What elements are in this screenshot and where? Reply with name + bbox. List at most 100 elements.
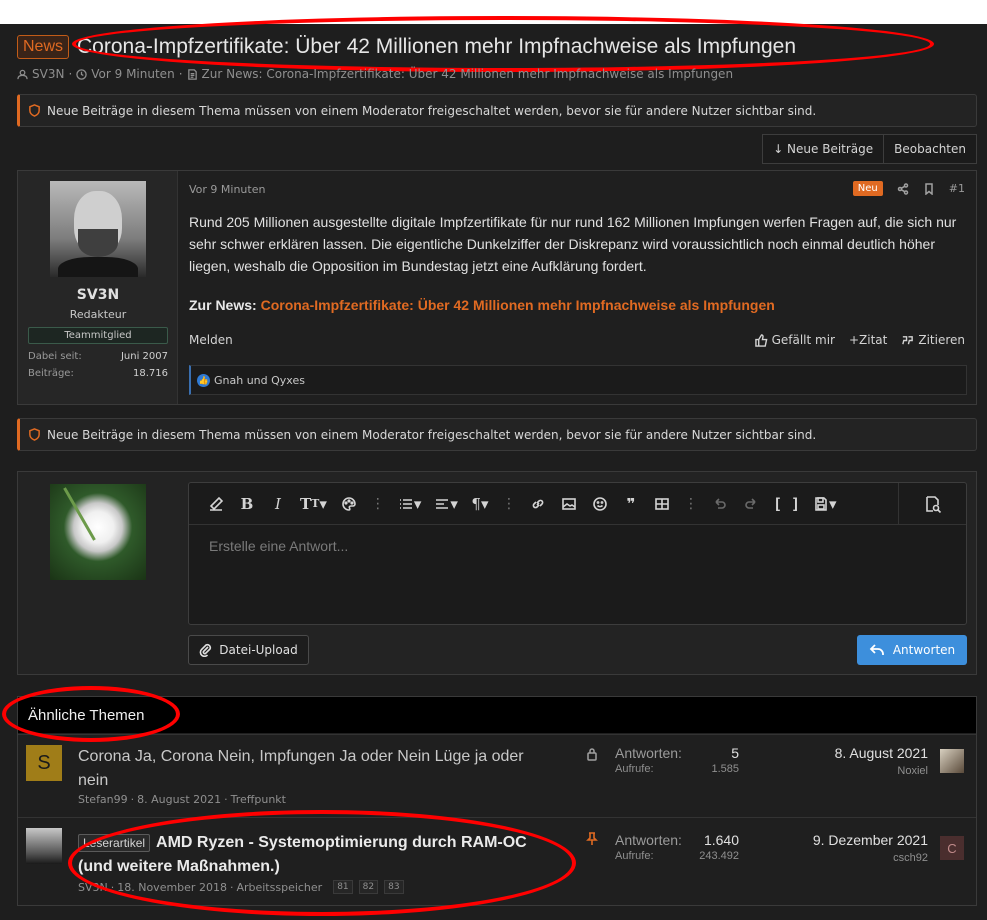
page-link[interactable]: 81 [333,880,353,894]
report-link[interactable]: Melden [189,333,233,347]
moderation-notice-2: Neue Beiträge in diesem Thema müssen von… [17,418,977,451]
list-icon[interactable]: ▾ [398,494,421,514]
notice-text: Neue Beiträge in diesem Thema müssen von… [47,103,817,118]
text-size-icon[interactable]: T T ▾ [300,494,327,514]
top-bar [0,0,987,24]
thread-forum[interactable]: Treffpunkt [231,793,286,806]
thread-date[interactable]: 8. August 2021 [137,793,221,806]
reply-submit-label: Antworten [892,643,956,657]
post-1: SV3N Redakteur Teammitglied Dabei seit: … [17,170,977,405]
avatar[interactable] [50,181,146,277]
last-user-avatar[interactable]: C [940,836,964,860]
reply-editor[interactable]: B I T T ▾ ⋮ ▾ ▾ ¶▾ ⋮ ❞ ⋮ [ ] ▾ Erstelle ei… [188,482,967,625]
list-item[interactable]: S Corona Ja, Corona Nein, Impfungen Ja o… [18,734,976,816]
thread-meta: Stefan99 · 8. August 2021 · Treffpunkt [78,793,286,806]
similar-threads: Ähnliche Themen S Corona Ja, Corona Nein… [17,696,977,906]
thread-stats: Antworten: 1.640 Aufrufe: 243.492 [615,832,739,862]
views-label: Aufrufe: [615,850,654,862]
reply-submit-button[interactable]: Antworten [857,635,967,665]
reply-input[interactable]: Erstelle eine Antwort... [209,538,348,554]
meta-separator: · [178,67,183,81]
share-icon[interactable] [897,182,909,195]
thread-title-link[interactable]: Corona Ja, Corona Nein, Impfungen Ja ode… [78,745,558,793]
like-button[interactable]: Gefällt mir [754,333,835,347]
link-icon[interactable] [529,494,547,514]
post-username[interactable]: SV3N [18,287,178,303]
thread-author-link[interactable]: SV3N [32,67,64,81]
like-reaction-icon: 👍 [197,373,210,387]
notice-text: Neue Beiträge in diesem Thema müssen von… [47,427,817,442]
thread-author[interactable]: SV3N [78,881,108,894]
more-icon[interactable]: ⋮ [371,496,385,512]
post-link-text[interactable]: Corona-Impfzertifikate: Über 42 Millione… [261,297,775,313]
post-tools: Neu #1 [852,181,965,196]
file-upload-button[interactable]: Datei-Upload [188,635,309,665]
post-number[interactable]: #1 [949,182,965,195]
last-post-user[interactable]: csch92 [813,852,928,864]
thread-time[interactable]: Vor 9 Minuten [91,67,174,81]
post-date[interactable]: Vor 9 Minuten [189,183,265,196]
last-post-user[interactable]: Noxiel [835,765,928,777]
thread-title-link[interactable]: Leserartikel AMD Ryzen - Systemoptimierun… [78,831,558,879]
views-count: 243.492 [699,850,739,862]
posts-label: Beiträge: [28,368,74,379]
pin-icon [586,832,598,845]
plus-quote-button[interactable]: +Zitat [849,333,887,347]
reactions-text[interactable]: Gnah und Qyxes [214,374,305,387]
replies-count: 1.640 [703,832,739,848]
post-user-panel: SV3N Redakteur Teammitglied Dabei seit: … [18,171,178,404]
bbcode-icon[interactable]: [ ] [773,494,800,514]
bold-icon[interactable]: B [238,494,256,514]
current-user-avatar[interactable] [50,484,146,580]
thread-date[interactable]: 18. November 2018 [117,881,227,894]
last-post-date[interactable]: 8. August 2021 [835,745,928,761]
more-icon-3[interactable]: ⋮ [684,496,698,512]
replies-count: 5 [731,745,739,761]
thread-stats: Antworten: 5 Aufrufe: 1.585 [615,745,739,775]
paragraph-icon[interactable]: ¶▾ [471,494,489,514]
last-user-avatar[interactable] [940,749,964,773]
post-news-link: Zur News: Corona-Impfzertifikate: Über 4… [189,297,775,313]
align-icon[interactable]: ▾ [434,494,458,514]
news-prefix-badge[interactable]: News [17,35,70,59]
italic-icon[interactable]: I [269,494,287,514]
page-link[interactable]: 83 [384,880,404,894]
thread-action-buttons: ↓ Neue Beiträge Beobachten [762,134,977,164]
thread-news-link[interactable]: Zur News: Corona-Impfzertifikate: Über 4… [202,67,734,81]
thread-forum[interactable]: Arbeitsspeicher [236,881,322,894]
redo-icon[interactable] [742,494,760,514]
thread-meta: SV3N · 18. November 2018 · Arbeitsspeicher… [78,880,404,894]
views-label: Aufrufe: [615,763,654,775]
bookmark-icon[interactable] [923,182,935,195]
post-main: Vor 9 Minuten Neu #1 Rund 205 Millionen … [189,171,969,404]
palette-icon[interactable] [340,494,358,514]
reactions-bar[interactable]: 👍 Gnah und Qyxes [189,365,967,395]
avatar[interactable] [26,828,62,864]
drafts-icon[interactable]: ▾ [813,494,837,514]
preview-icon[interactable] [898,483,966,524]
user-banner: Teammitglied [28,327,168,344]
joined-label: Dabei seit: [28,351,82,362]
watch-button[interactable]: Beobachten [884,134,977,164]
new-badge: Neu [852,181,883,196]
undo-icon[interactable] [711,494,729,514]
table-icon[interactable] [653,494,671,514]
last-user-letter: C [947,840,957,856]
image-icon[interactable] [560,494,578,514]
new-posts-button[interactable]: ↓ Neue Beiträge [762,134,885,164]
more-icon-2[interactable]: ⋮ [502,496,516,512]
list-item[interactable]: Leserartikel AMD Ryzen - Systemoptimierun… [18,817,976,905]
upload-label: Datei-Upload [219,643,298,657]
emoji-icon[interactable] [591,494,609,514]
reply-icon [869,644,884,655]
thread-author[interactable]: Stefan99 [78,793,128,806]
quote-button[interactable]: Zitieren [901,333,965,347]
post-body: Rund 205 Millionen ausgestellte digitale… [189,214,957,274]
thread-prefix[interactable]: Leserartikel [78,834,151,852]
last-post-date[interactable]: 9. Dezember 2021 [813,832,928,848]
quote-icon[interactable]: ❞ [622,494,640,514]
page-link[interactable]: 82 [358,880,379,894]
avatar[interactable]: S [26,745,62,781]
quote-label: Zitieren [918,333,965,347]
clear-format-icon[interactable] [207,494,225,514]
